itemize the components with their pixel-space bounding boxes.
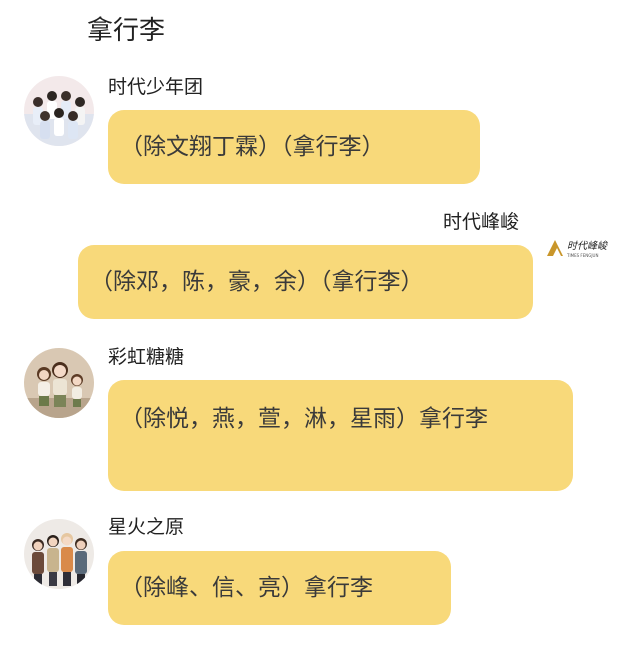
message-bubble[interactable]: （除邓，陈，豪，余）（拿行李）	[78, 245, 533, 319]
group-photo-avatar-icon[interactable]	[24, 76, 94, 146]
logo-subtext: TIMES FENGJUN	[566, 253, 598, 258]
page-title: 拿行李	[87, 16, 166, 46]
cartoon-girls-avatar-icon[interactable]	[24, 348, 94, 418]
message-bubble[interactable]: （除悦，燕，萱，淋，星雨）拿行李	[108, 380, 573, 491]
sender-name: 时代少年团	[108, 76, 204, 98]
logo-text: 时代峰峻	[567, 240, 608, 252]
times-fengjun-logo: 时代峰峻 TIMES FENGJUN	[545, 236, 619, 260]
cartoon-boys-avatar-icon[interactable]	[24, 519, 94, 589]
sender-name: 星火之原	[108, 516, 185, 538]
sender-name: 时代峰峻	[443, 211, 520, 233]
message-bubble[interactable]: （除文翔丁霖）（拿行李）	[108, 110, 480, 184]
sender-name: 彩虹糖糖	[108, 346, 185, 368]
message-bubble[interactable]: （除峰、信、亮）拿行李	[108, 551, 451, 625]
